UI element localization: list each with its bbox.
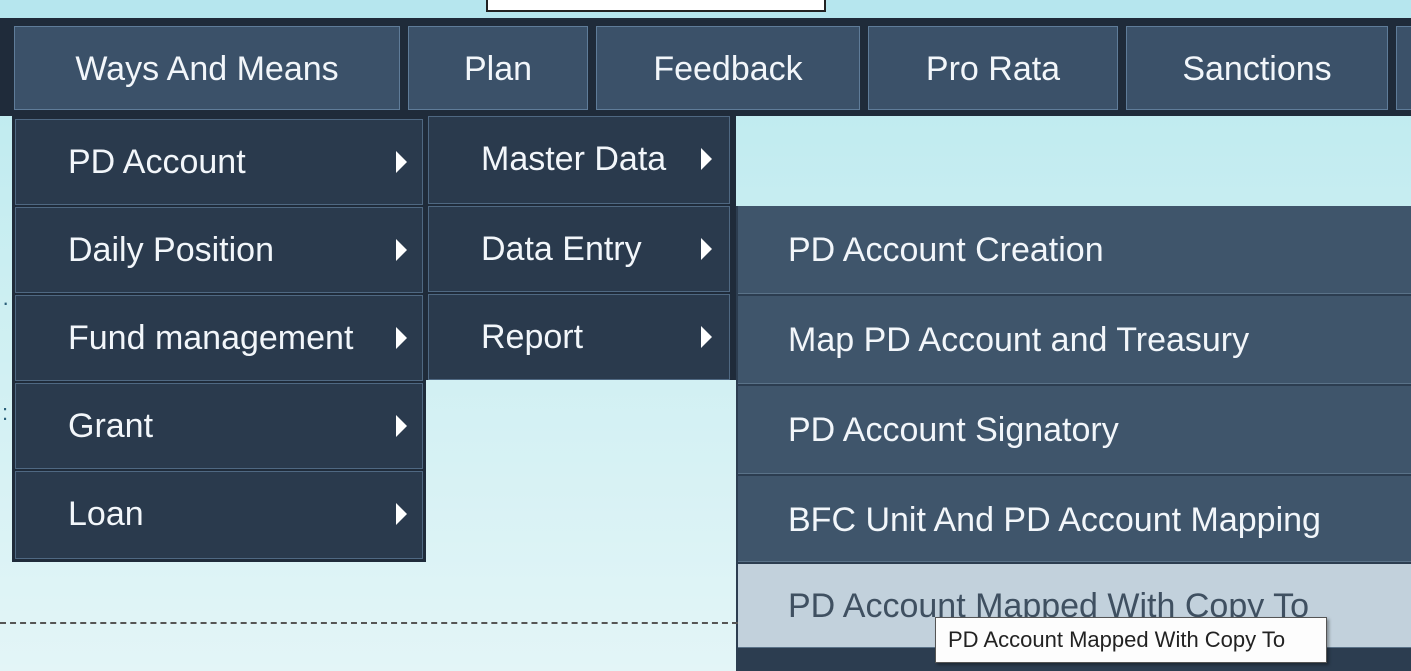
dropdown-level2: Master Data Data Entry Report <box>426 116 736 380</box>
menu-item-daily-position[interactable]: Daily Position <box>15 207 423 293</box>
menu-item-label: Daily Position <box>68 231 274 269</box>
menu-sanctions[interactable]: Sanctions <box>1126 26 1388 110</box>
menu-item-grant[interactable]: Grant <box>15 383 423 469</box>
dropdown-level1: PD Account Daily Position Fund managemen… <box>12 116 426 562</box>
menu-feedback[interactable]: Feedback <box>596 26 860 110</box>
menu-item-pd-account-creation[interactable]: PD Account Creation <box>738 206 1411 294</box>
main-menubar: Ways And Means Plan Feedback Pro Rata Sa… <box>0 18 1411 116</box>
menu-item-pd-account[interactable]: PD Account <box>15 119 423 205</box>
chevron-right-icon <box>701 148 712 170</box>
menu-plan[interactable]: Plan <box>408 26 588 110</box>
menu-item-label: Loan <box>68 495 144 533</box>
tooltip: PD Account Mapped With Copy To <box>935 617 1327 663</box>
chevron-right-icon <box>396 503 407 525</box>
chevron-right-icon <box>396 327 407 349</box>
chevron-right-icon <box>396 151 407 173</box>
menu-item-label: PD Account <box>68 143 246 181</box>
menu-item-pd-account-signatory[interactable]: PD Account Signatory <box>738 386 1411 474</box>
menu-item-master-data[interactable]: Master Data <box>428 116 730 204</box>
header-box <box>486 0 826 12</box>
menu-item-report[interactable]: Report <box>428 294 730 380</box>
menu-item-fund-management[interactable]: Fund management <box>15 295 423 381</box>
chevron-right-icon <box>701 326 712 348</box>
menu-item-label: Fund management <box>68 319 354 357</box>
background-mark: : <box>2 400 9 425</box>
menu-pro-rata[interactable]: Pro Rata <box>868 26 1118 110</box>
menu-item-label: Report <box>481 318 584 356</box>
chevron-right-icon <box>396 415 407 437</box>
menu-ways-and-means[interactable]: Ways And Means <box>14 26 400 110</box>
menu-item-label: Data Entry <box>481 230 642 268</box>
dashed-divider <box>0 622 738 624</box>
chevron-right-icon <box>701 238 712 260</box>
background-mark: · <box>2 290 10 315</box>
menu-item-bfc-unit-mapping[interactable]: BFC Unit And PD Account Mapping <box>738 476 1411 562</box>
menu-item-data-entry[interactable]: Data Entry <box>428 206 730 292</box>
menu-item-label: Master Data <box>481 140 667 178</box>
menu-item-label: Grant <box>68 407 154 445</box>
menu-item-map-pd-account-treasury[interactable]: Map PD Account and Treasury <box>738 296 1411 384</box>
menu-more[interactable] <box>1396 26 1411 110</box>
menu-item-loan[interactable]: Loan <box>15 471 423 559</box>
chevron-right-icon <box>396 239 407 261</box>
